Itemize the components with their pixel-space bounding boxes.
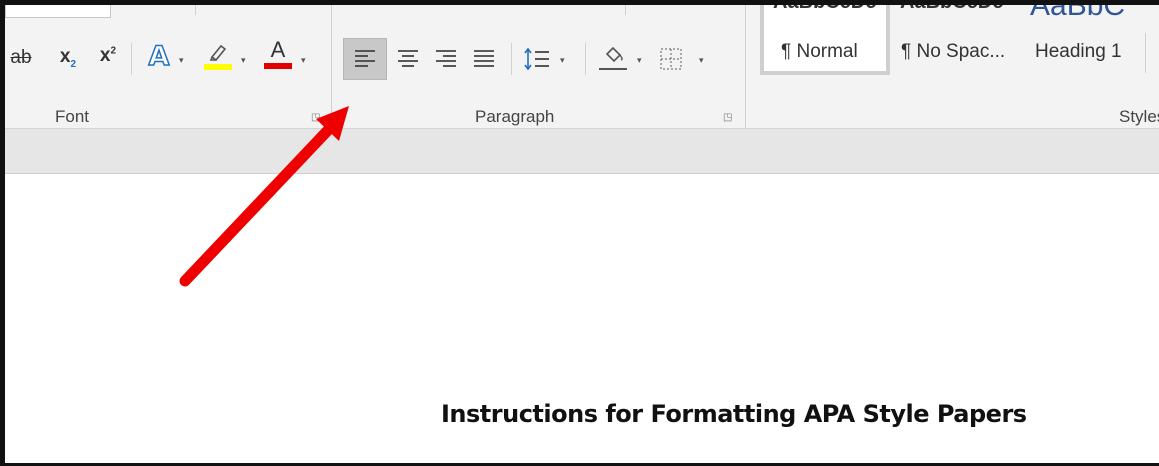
ribbon-separator: [625, 5, 626, 15]
text-effects-icon: A: [148, 40, 170, 73]
style-heading-1[interactable]: Heading 1: [1035, 41, 1122, 63]
style-no-spacing[interactable]: ¶ No Spac...: [901, 41, 1005, 63]
line-spacing-button[interactable]: [519, 42, 555, 76]
font-color-icon: A: [270, 37, 286, 62]
style-preview-no-spacing: AaBbCcDc: [900, 0, 1004, 13]
font-color-button[interactable]: A: [261, 37, 295, 71]
ribbon-collapse-bar: [5, 129, 1159, 174]
font-color-dropdown-icon[interactable]: ▾: [301, 55, 306, 66]
font-dialog-launcher-icon[interactable]: ◳: [311, 113, 321, 123]
borders-icon: [660, 48, 682, 70]
strikethrough-button[interactable]: ab: [5, 41, 37, 75]
shading-button[interactable]: [595, 40, 631, 74]
line-spacing-icon: [524, 47, 549, 71]
font-separator: [131, 43, 132, 75]
paragraph-separator: [585, 43, 586, 75]
strikethrough-glyph: ab: [10, 47, 32, 68]
text-effects-dropdown-icon[interactable]: ▾: [179, 55, 184, 66]
borders-dropdown-icon[interactable]: ▾: [699, 55, 704, 66]
align-right-button[interactable]: [429, 42, 463, 76]
highlighter-icon: [209, 44, 227, 62]
shading-dropdown-icon[interactable]: ▾: [637, 55, 642, 66]
paragraph-group-label: Paragraph: [475, 107, 555, 126]
document-title[interactable]: Instructions for Formatting APA Style Pa…: [441, 400, 1027, 428]
paragraph-separator: [511, 43, 512, 75]
style-normal[interactable]: ¶ Normal: [781, 41, 858, 63]
ribbon: ab x2 x2 A ▾ ▾ A ▾ Font ◳ ▾ ▾ ▾ Paragrap…: [5, 5, 1159, 129]
justify-icon: [474, 50, 494, 67]
paint-bucket-icon: [605, 46, 623, 62]
word-window: ab x2 x2 A ▾ ▾ A ▾ Font ◳ ▾ ▾ ▾ Paragrap…: [0, 0, 1159, 466]
align-center-icon: [398, 50, 418, 67]
font-group-label: Font: [55, 107, 90, 126]
ribbon-top-row-edge: [5, 5, 111, 18]
style-preview-normal: AaBbCcDc: [773, 0, 877, 13]
group-separator: [331, 5, 332, 128]
borders-button[interactable]: [653, 42, 689, 76]
style-preview-heading-1: AaBbC: [1030, 0, 1126, 22]
highlight-color-swatch: [204, 64, 232, 70]
font-color-swatch: [264, 63, 292, 69]
align-right-icon: [436, 50, 456, 67]
text-effects-button[interactable]: A: [141, 39, 177, 73]
highlight-dropdown-icon[interactable]: ▾: [241, 55, 246, 66]
superscript-button[interactable]: x2: [93, 39, 123, 73]
shading-swatch: [599, 67, 627, 70]
highlight-color-button[interactable]: [201, 39, 235, 73]
subscript-icon: x2: [59, 46, 77, 70]
styles-group-label: Styles: [1119, 107, 1159, 126]
group-separator: [745, 5, 746, 128]
align-left-icon: [355, 50, 375, 67]
superscript-icon: x2: [99, 45, 117, 66]
line-spacing-dropdown-icon[interactable]: ▾: [560, 55, 565, 66]
subscript-button[interactable]: x2: [53, 41, 83, 75]
style-separator: [1145, 33, 1146, 73]
align-left-button[interactable]: [343, 38, 387, 80]
justify-button[interactable]: [467, 42, 501, 76]
ribbon-separator: [195, 5, 196, 15]
paragraph-dialog-launcher-icon[interactable]: ◳: [723, 113, 733, 123]
align-center-button[interactable]: [391, 42, 425, 76]
